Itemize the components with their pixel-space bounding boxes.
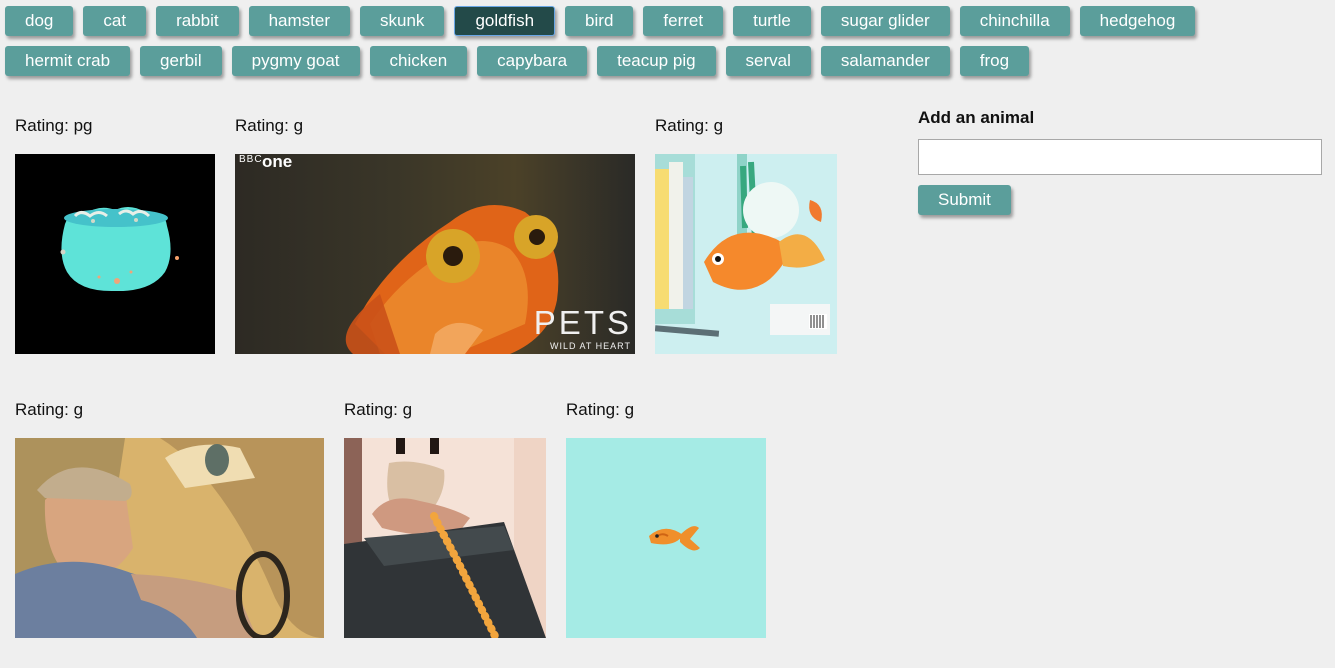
animal-button-chinchilla[interactable]: chinchilla: [959, 6, 1070, 36]
gif-card: Rating: g BBC one PETS WILD AT HEART: [235, 100, 635, 354]
gif-row-1: Rating: pg Rating: g BBC one PETS WILD A…: [15, 100, 895, 354]
animal-button-hermit-crab[interactable]: hermit crab: [5, 46, 131, 76]
gif-card: Rating: g: [15, 384, 324, 638]
goldfish-bowl-illustration: [60, 206, 179, 292]
goldfish-bowl-gif[interactable]: [15, 154, 215, 354]
animal-button-skunk[interactable]: skunk: [360, 6, 445, 36]
man-driving-gif[interactable]: [15, 438, 324, 638]
gif-rating: Rating: g: [15, 400, 84, 419]
treadmill-goldfish-crackers-gif[interactable]: [344, 438, 546, 638]
bbc-goldfish-gif[interactable]: BBC one PETS WILD AT HEART: [235, 154, 635, 354]
animal-button-gerbil[interactable]: gerbil: [140, 46, 222, 76]
animal-button-row-1: dog cat rabbit hamster skunk goldfish bi…: [5, 6, 1325, 36]
goldfish-cracker-illustration: [566, 438, 766, 638]
animal-button-capybara[interactable]: capybara: [477, 46, 588, 76]
add-animal-form: Add an animal Submit: [918, 108, 1322, 215]
gif-rating: Rating: g: [235, 116, 304, 135]
gif-results: Rating: pg Rating: g BBC one PETS WILD A…: [15, 100, 895, 668]
animal-button-rabbit[interactable]: rabbit: [156, 6, 239, 36]
animal-button-frog[interactable]: frog: [959, 46, 1030, 76]
animal-name-input[interactable]: [918, 139, 1322, 175]
gif-rating: Rating: g: [344, 400, 413, 419]
illustrated-goldfish-gif[interactable]: [655, 154, 837, 354]
animal-button-salamander[interactable]: salamander: [820, 46, 950, 76]
gif-card: Rating: g: [655, 100, 837, 354]
animal-button-chicken[interactable]: chicken: [369, 46, 468, 76]
pets-watermark-title: PETS: [533, 304, 632, 341]
gif-card: Rating: g: [566, 384, 766, 638]
animal-button-hedgehog[interactable]: hedgehog: [1079, 6, 1196, 36]
animal-button-bar: dog cat rabbit hamster skunk goldfish bi…: [5, 6, 1325, 86]
pets-watermark-subtitle: WILD AT HEART: [549, 341, 631, 351]
animal-button-teacup-pig[interactable]: teacup pig: [597, 46, 716, 76]
illustrated-goldfish-scene: [655, 154, 837, 354]
animal-button-row-2: hermit crab gerbil pygmy goat chicken ca…: [5, 46, 1325, 76]
gif-card: Rating: g: [344, 384, 546, 638]
animal-button-serval[interactable]: serval: [725, 46, 811, 76]
animal-button-bird[interactable]: bird: [565, 6, 634, 36]
animal-button-cat[interactable]: cat: [83, 6, 147, 36]
treadmill-scene: [344, 438, 546, 638]
bbc-logo: BBC: [239, 154, 263, 165]
animal-button-turtle[interactable]: turtle: [733, 6, 811, 36]
animal-button-ferret[interactable]: ferret: [643, 6, 724, 36]
animal-button-hamster[interactable]: hamster: [248, 6, 351, 36]
animal-button-pygmy-goat[interactable]: pygmy goat: [231, 46, 360, 76]
gif-card: Rating: pg: [15, 100, 215, 354]
animal-button-goldfish[interactable]: goldfish: [454, 6, 556, 36]
add-animal-label: Add an animal: [918, 108, 1035, 127]
gif-rating: Rating: g: [655, 116, 724, 135]
gif-rating: Rating: g: [566, 400, 635, 419]
driving-scene: [15, 438, 324, 638]
gif-row-2: Rating: g Rating: g Rating: g: [15, 384, 895, 638]
submit-button[interactable]: Submit: [918, 185, 1011, 215]
gif-rating: Rating: pg: [15, 116, 93, 135]
animal-button-dog[interactable]: dog: [5, 6, 74, 36]
goldfish-cracker-gif[interactable]: [566, 438, 766, 638]
channel-watermark: one: [262, 154, 293, 171]
animal-button-sugar-glider[interactable]: sugar glider: [820, 6, 950, 36]
